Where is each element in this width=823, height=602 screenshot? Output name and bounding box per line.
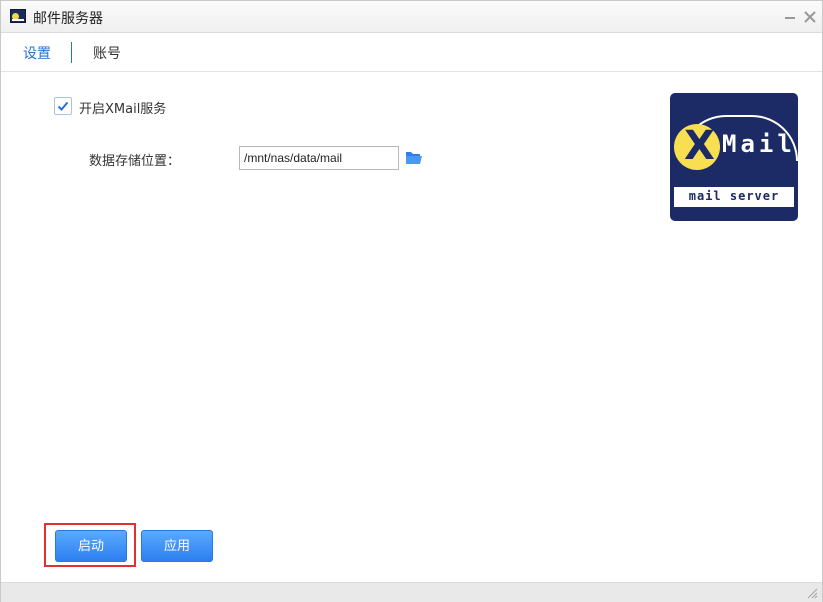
tab-bar: 设置 账号 bbox=[1, 34, 822, 72]
storage-location-label: 数据存储位置： bbox=[89, 154, 181, 169]
logo-tagline: mail server bbox=[688, 189, 780, 203]
tab-accounts[interactable]: 账号 bbox=[93, 43, 121, 63]
minimize-icon[interactable] bbox=[782, 9, 798, 25]
xmail-app-icon bbox=[10, 9, 26, 23]
start-button[interactable]: 启动 bbox=[55, 530, 127, 562]
tab-settings[interactable]: 设置 bbox=[23, 43, 51, 63]
status-bar bbox=[1, 582, 822, 602]
title-bar[interactable]: 邮件服务器 bbox=[1, 1, 822, 33]
tab-divider bbox=[71, 42, 72, 63]
enable-xmail-checkbox[interactable] bbox=[54, 97, 72, 115]
logo-letter: X bbox=[684, 123, 715, 169]
resize-grip-icon[interactable] bbox=[806, 587, 818, 599]
folder-icon[interactable] bbox=[405, 150, 423, 165]
apply-button[interactable]: 应用 bbox=[141, 530, 213, 562]
window-title: 邮件服务器 bbox=[33, 11, 103, 27]
xmail-logo: X Mail mail server bbox=[670, 93, 798, 221]
mail-server-window: 邮件服务器 设置 账号 开启XMail服务 数据存储位置： X Mail mai… bbox=[0, 0, 823, 602]
logo-word: Mail bbox=[722, 130, 796, 158]
checkmark-icon bbox=[57, 101, 69, 111]
storage-path-input[interactable] bbox=[239, 146, 399, 170]
close-icon[interactable] bbox=[802, 9, 818, 25]
enable-xmail-label: 开启XMail服务 bbox=[79, 102, 167, 117]
